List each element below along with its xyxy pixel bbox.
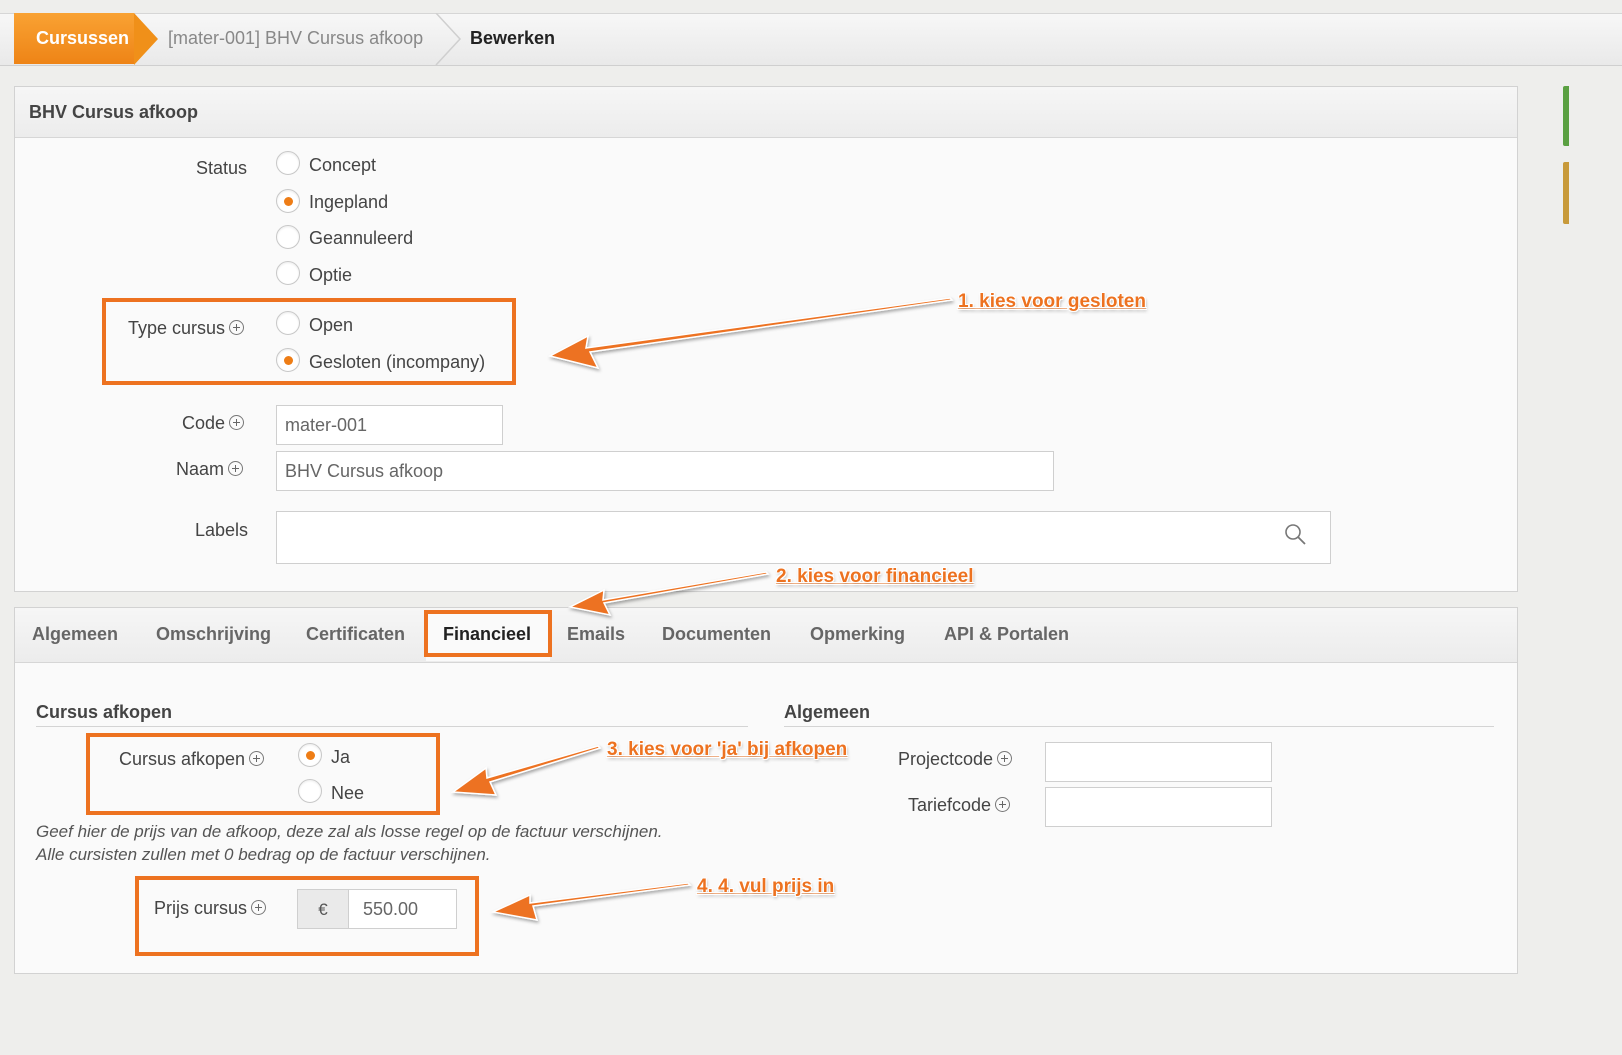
code-label: Code <box>182 413 245 434</box>
labels-label: Labels <box>195 520 249 540</box>
afkopen-label: Cursus afkopen <box>119 749 265 770</box>
annotation-step1: 1. kies voor gesloten <box>958 291 1146 312</box>
type-cursus-label: Type cursus <box>128 318 245 339</box>
status-label: Status <box>196 158 248 178</box>
section-divider <box>784 726 1494 727</box>
type-option-label: Gesloten (incompany) <box>309 352 486 372</box>
tariefcode-input[interactable] <box>1045 787 1272 827</box>
tab-documenten[interactable]: Documenten <box>662 607 771 661</box>
annotation-step3: 3. kies voor 'ja' bij afkopen <box>607 739 848 760</box>
status-option-label: Ingepland <box>309 192 389 212</box>
breadcrumb-course-link[interactable]: [mater-001] BHV Cursus afkoop <box>168 13 423 64</box>
side-marker-gold[interactable] <box>1563 162 1569 224</box>
tab-certificaten[interactable]: Certificaten <box>306 607 405 661</box>
type-radio-gesloten[interactable] <box>276 348 300 372</box>
tab-financieel[interactable]: Financieel <box>443 607 531 661</box>
search-icon[interactable] <box>1284 523 1308 547</box>
plus-circle-icon[interactable] <box>995 797 1011 812</box>
prijs-label: Prijs cursus <box>154 898 267 919</box>
type-cursus-label-text: Type cursus <box>128 318 226 338</box>
afkopen-option-label: Ja <box>331 747 351 767</box>
naam-label-text: Naam <box>176 459 225 479</box>
plus-circle-icon[interactable] <box>251 900 267 915</box>
breadcrumb-root-arrow <box>134 13 158 65</box>
plus-circle-icon[interactable] <box>249 751 265 766</box>
prijs-input[interactable] <box>348 889 457 929</box>
currency-addon: € <box>297 889 349 929</box>
annotation-step4: 4. 4. vul prijs in <box>697 876 835 897</box>
tab-algemeen[interactable]: Algemeen <box>32 607 118 661</box>
plus-circle-icon[interactable] <box>229 320 245 335</box>
status-radio-concept[interactable] <box>276 151 300 175</box>
status-radio-ingepland[interactable] <box>276 189 300 213</box>
section-title-afkopen: Cursus afkopen <box>36 702 173 722</box>
naam-label: Naam <box>176 459 244 480</box>
status-radio-geannuleerd[interactable] <box>276 225 300 249</box>
help-text-line2: Alle cursisten zullen met 0 bedrag op de… <box>36 845 491 864</box>
status-option-label: Geannuleerd <box>309 228 414 248</box>
side-marker-green[interactable] <box>1563 86 1569 146</box>
projectcode-input[interactable] <box>1045 742 1272 782</box>
projectcode-label: Projectcode <box>898 749 1013 770</box>
breadcrumb-separator-icon <box>435 13 462 65</box>
afkopen-option-label: Nee <box>331 783 365 803</box>
panel-title: BHV Cursus afkoop <box>15 87 1517 138</box>
naam-input[interactable] <box>276 451 1054 491</box>
status-radio-optie[interactable] <box>276 261 300 285</box>
section-title-algemeen: Algemeen <box>784 702 871 722</box>
labels-input[interactable] <box>276 511 1331 564</box>
afkopen-radio-ja[interactable] <box>298 743 322 767</box>
tab-api-portalen[interactable]: API & Portalen <box>944 607 1069 661</box>
highlight-afkopen <box>86 733 440 815</box>
afkopen-radio-nee[interactable] <box>298 779 322 803</box>
annotation-step2: 2. kies voor financieel <box>776 566 974 587</box>
tariefcode-label: Tariefcode <box>908 795 1011 816</box>
code-input[interactable] <box>276 405 503 445</box>
section-divider <box>36 726 748 727</box>
breadcrumb-current: Bewerken <box>470 28 556 48</box>
plus-circle-icon[interactable] <box>229 415 245 430</box>
projectcode-label-text: Projectcode <box>898 749 994 769</box>
breadcrumb-root-link[interactable]: Cursussen <box>14 13 134 64</box>
status-option-label: Optie <box>309 265 353 285</box>
tariefcode-label-text: Tariefcode <box>908 795 992 815</box>
plus-circle-icon[interactable] <box>997 751 1013 766</box>
afkopen-label-text: Cursus afkopen <box>119 749 246 769</box>
prijs-label-text: Prijs cursus <box>154 898 248 918</box>
code-label-text: Code <box>182 413 226 433</box>
help-text-line1: Geef hier de prijs van de afkoop, deze z… <box>36 822 663 841</box>
tab-omschrijving[interactable]: Omschrijving <box>156 607 271 661</box>
tab-emails[interactable]: Emails <box>567 607 625 661</box>
type-option-label: Open <box>309 315 354 335</box>
type-radio-open[interactable] <box>276 311 300 335</box>
status-option-label: Concept <box>309 155 377 175</box>
tab-opmerking[interactable]: Opmerking <box>810 607 905 661</box>
plus-circle-icon[interactable] <box>228 461 244 476</box>
